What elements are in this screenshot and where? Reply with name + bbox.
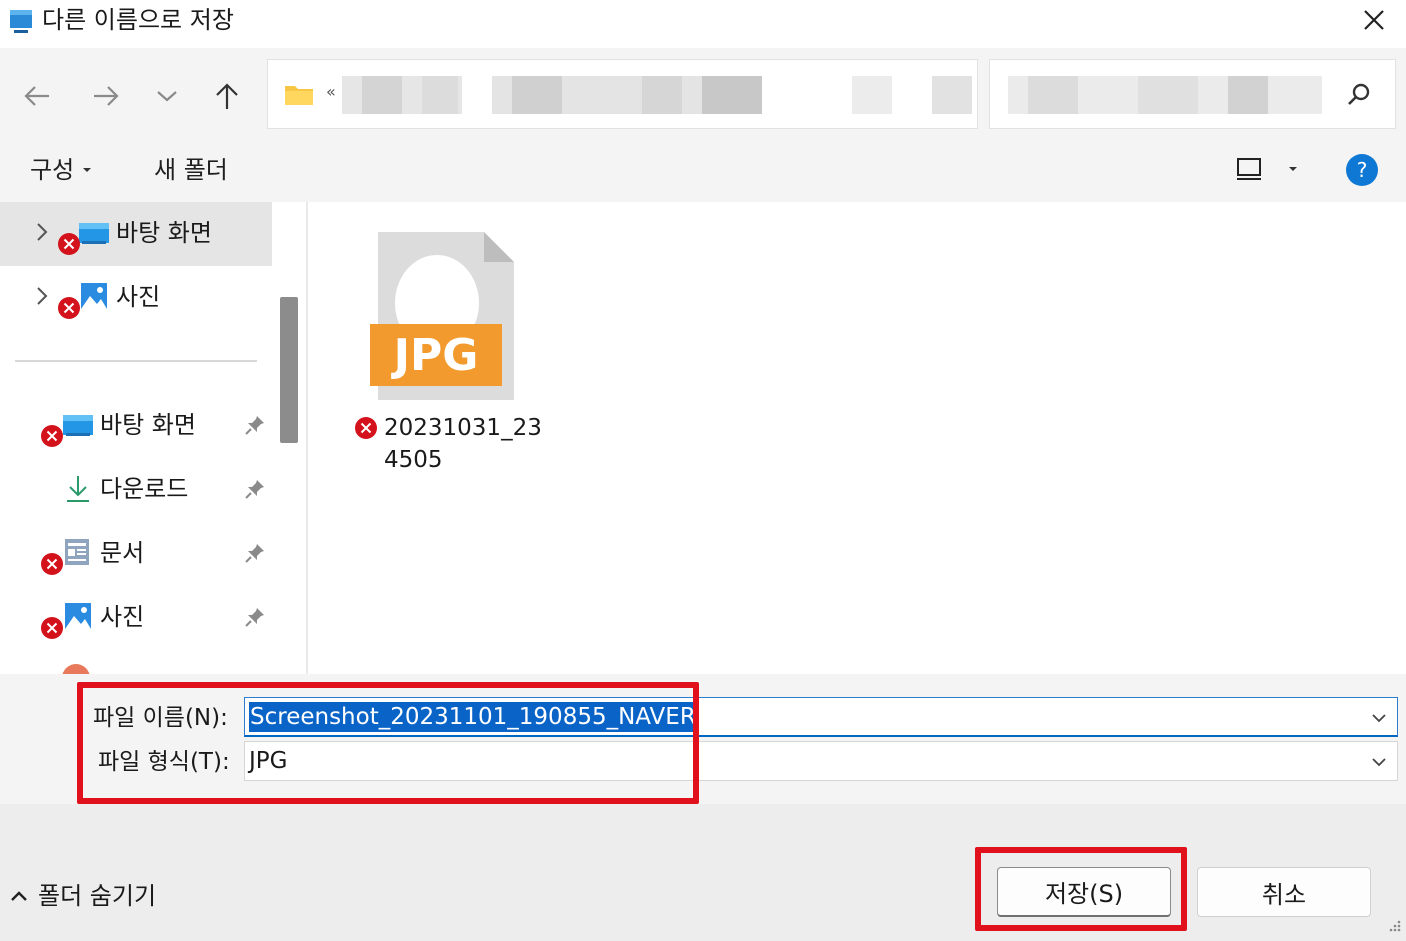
up-button[interactable] (207, 76, 247, 116)
cancel-button[interactable]: 취소 (1197, 867, 1371, 917)
dialog-footer: 폴더 숨기기 저장(S) 취소 (0, 804, 1406, 941)
desktop-icon (62, 414, 94, 442)
pin-icon[interactable] (244, 606, 266, 632)
organize-button[interactable]: 구성 (30, 154, 92, 186)
quick-access-downloads[interactable]: 다운로드 (0, 458, 272, 522)
divider (15, 360, 257, 362)
file-item[interactable]: JPG 20231031_234505 (350, 224, 550, 484)
pin-icon[interactable] (244, 542, 266, 568)
view-options-button[interactable] (1236, 156, 1298, 182)
resize-grip-icon[interactable] (1386, 917, 1402, 937)
hide-folders-label: 폴더 숨기기 (38, 882, 157, 910)
search-box[interactable] (989, 59, 1396, 129)
command-bar: 구성 새 폴더 ? (0, 140, 1406, 202)
search-icon[interactable] (1346, 82, 1372, 112)
close-icon (1364, 10, 1384, 30)
jpg-badge-label: JPG (393, 329, 479, 381)
quick-access-pictures[interactable]: 사진 (0, 586, 272, 650)
arrow-up-icon (216, 83, 238, 109)
jpg-file-icon: JPG (370, 228, 520, 408)
tree-item-label: 바탕 화면 (116, 219, 212, 247)
pictures-icon (80, 282, 108, 314)
scrollbar-thumb[interactable] (280, 297, 298, 443)
tree-item-desktop[interactable]: 바탕 화면 (0, 202, 272, 266)
new-folder-button[interactable]: 새 폴더 (154, 154, 228, 186)
arrow-right-icon (94, 86, 119, 106)
tree-item-label: 사진 (116, 283, 161, 311)
chevron-down-icon[interactable] (1371, 708, 1387, 727)
sync-error-icon (40, 424, 64, 448)
back-button[interactable] (17, 76, 57, 116)
desktop-icon (78, 222, 110, 250)
caret-down-icon (1289, 167, 1297, 171)
tree-item-label: 바탕 화면 (100, 411, 196, 439)
navigation-pane-scrollbar[interactable] (272, 202, 308, 674)
chevron-up-icon (11, 891, 27, 901)
tree-item-label: 사진 (100, 603, 145, 631)
help-icon: ? (1356, 158, 1368, 182)
cancel-label: 취소 (1261, 880, 1307, 909)
view-icon (1237, 158, 1261, 180)
recent-locations-button[interactable] (147, 76, 187, 116)
chevron-right-icon[interactable] (36, 286, 48, 311)
caret-down-icon (83, 168, 92, 172)
sync-error-icon (57, 296, 81, 320)
arrow-left-icon (24, 86, 49, 106)
navigation-pane: 바탕 화면 사진 바탕 화면 다운로드 문서 사진 (0, 202, 272, 674)
chevron-right-icon[interactable] (36, 222, 48, 247)
sync-error-icon (57, 232, 81, 256)
pin-icon[interactable] (244, 478, 266, 504)
window-title: 다른 이름으로 저장 (42, 6, 234, 34)
annotation-highlight-save (975, 847, 1187, 931)
address-overflow[interactable]: « (326, 82, 336, 101)
download-icon (64, 474, 92, 508)
file-name: 20231031_234505 (384, 415, 542, 473)
sync-error-icon (354, 416, 378, 440)
tree-item-label: 문서 (100, 539, 145, 567)
help-button[interactable]: ? (1346, 154, 1378, 186)
hide-folders-button[interactable]: 폴더 숨기기 (10, 880, 156, 912)
chevron-down-icon[interactable] (1371, 752, 1387, 771)
address-path-blurred (342, 60, 972, 130)
documents-icon (64, 538, 90, 570)
sync-error-icon (40, 552, 64, 576)
new-folder-label: 새 폴더 (154, 156, 228, 184)
annotation-highlight-fields (77, 682, 699, 804)
organize-label: 구성 (30, 156, 75, 184)
address-bar[interactable]: « (267, 59, 978, 129)
quick-access-documents[interactable]: 문서 (0, 522, 272, 586)
search-text-blurred (1008, 60, 1322, 130)
title-bar: 다른 이름으로 저장 (0, 0, 1406, 48)
sync-error-icon (40, 616, 64, 640)
close-button[interactable] (1350, 0, 1398, 40)
tree-item-label: 다운로드 (100, 475, 189, 503)
pictures-icon (64, 602, 92, 634)
quick-access-desktop[interactable]: 바탕 화면 (0, 394, 272, 458)
pin-icon[interactable] (244, 414, 266, 440)
forward-button[interactable] (86, 76, 126, 116)
app-icon (8, 8, 38, 34)
tree-item-pictures[interactable]: 사진 (0, 266, 272, 330)
navigation-bar: « (0, 48, 1406, 140)
tree-item-partial[interactable] (62, 664, 90, 674)
file-list: JPG 20231031_234505 (310, 202, 1406, 674)
folder-icon (284, 82, 314, 110)
chevron-down-icon (157, 91, 177, 102)
